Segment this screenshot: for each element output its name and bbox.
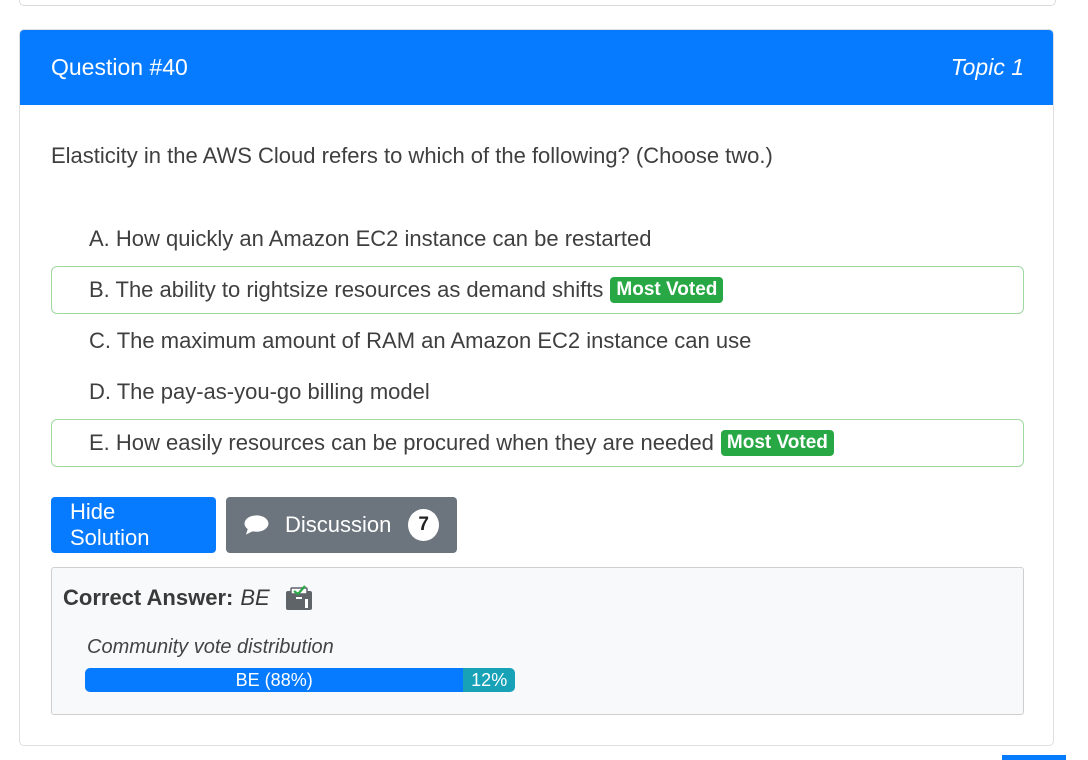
- question-card: Question #40 Topic 1 Elasticity in the A…: [19, 29, 1054, 746]
- correct-answer-line: Correct Answer: BE: [63, 585, 313, 611]
- choices-list: A. How quickly an Amazon EC2 instance ca…: [51, 215, 1024, 470]
- most-voted-badge: Most Voted: [610, 277, 724, 303]
- scroll-accent-bar: [1002, 755, 1066, 760]
- choice-c[interactable]: C. The maximum amount of RAM an Amazon E…: [51, 317, 1024, 365]
- discussion-label: Discussion: [284, 512, 392, 537]
- most-voted-badge: Most Voted: [720, 430, 834, 456]
- choice-a[interactable]: A. How quickly an Amazon EC2 instance ca…: [51, 215, 1024, 263]
- vote-distribution-bar: BE (88%) 12%: [85, 668, 515, 692]
- vote-segment-label: BE (88%): [235, 669, 313, 690]
- hide-solution-label: Hide Solution: [70, 499, 150, 550]
- correct-answer-label: Correct Answer:: [63, 585, 234, 610]
- speech-bubble-icon: [244, 515, 269, 535]
- choice-e[interactable]: E. How easily resources can be procured …: [51, 419, 1024, 467]
- previous-card-edge: [19, 0, 1056, 6]
- choice-d[interactable]: D. The pay-as-you-go billing model: [51, 368, 1024, 416]
- verified-clipboard-icon[interactable]: [285, 585, 313, 611]
- choice-text: D. The pay-as-you-go billing model: [89, 379, 430, 404]
- question-topic: Topic 1: [950, 54, 1024, 80]
- choice-text: C. The maximum amount of RAM an Amazon E…: [89, 328, 752, 353]
- vote-segment-label: 12%: [471, 669, 508, 690]
- vote-segment-be: BE (88%): [85, 668, 464, 692]
- hide-solution-button[interactable]: Hide Solution: [51, 497, 216, 553]
- discussion-button[interactable]: Discussion 7: [226, 497, 457, 553]
- choice-text: A. How quickly an Amazon EC2 instance ca…: [89, 226, 652, 251]
- action-buttons: Hide Solution Discussion 7: [51, 497, 457, 553]
- correct-answer-box: Correct Answer: BE Community vote distri…: [51, 567, 1024, 715]
- question-number: Question #40: [51, 54, 188, 80]
- question-text: Elasticity in the AWS Cloud refers to wh…: [51, 143, 773, 168]
- vote-segment-other: 12%: [463, 668, 515, 692]
- question-header: Question #40 Topic 1: [20, 30, 1053, 105]
- vote-distribution-title: Community vote distribution: [87, 636, 334, 658]
- choice-text: B. The ability to rightsize resources as…: [89, 277, 604, 302]
- choice-text: E. How easily resources can be procured …: [89, 430, 714, 455]
- correct-answer-value: BE: [240, 585, 270, 610]
- discussion-count-badge: 7: [408, 509, 439, 541]
- choice-b[interactable]: B. The ability to rightsize resources as…: [51, 266, 1024, 314]
